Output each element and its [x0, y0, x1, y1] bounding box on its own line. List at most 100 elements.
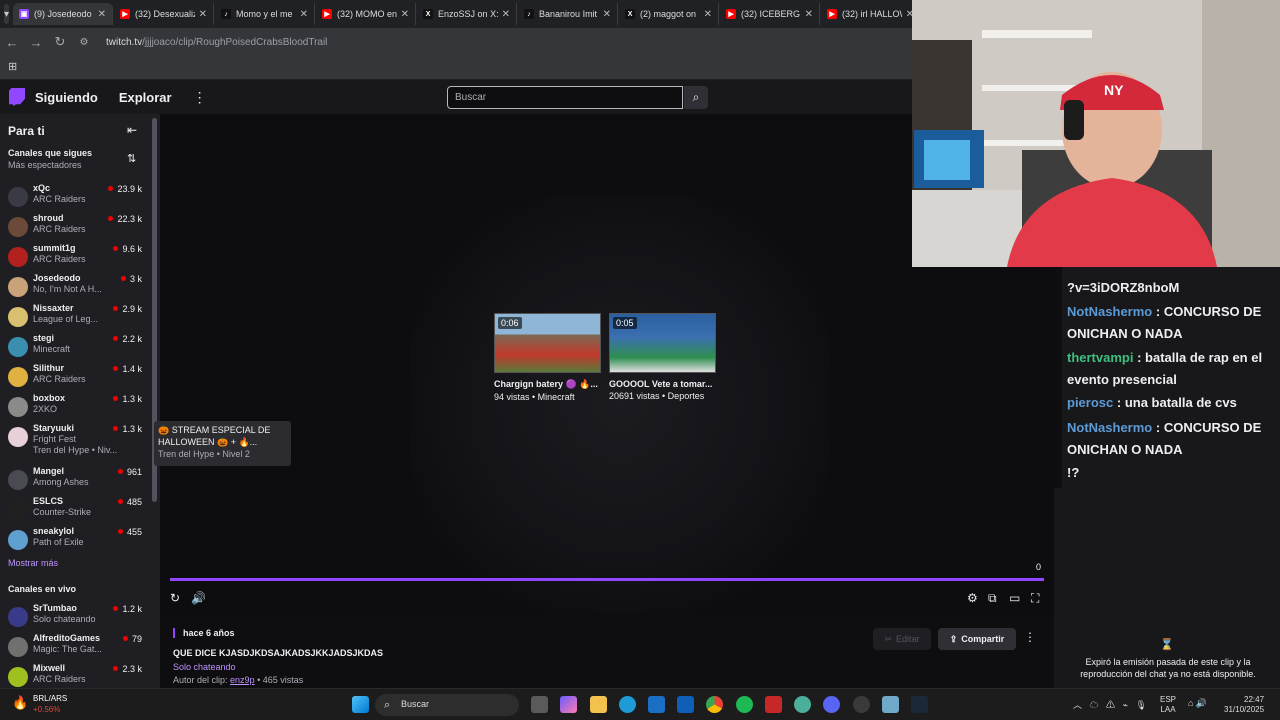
- theatre-mode-icon[interactable]: ▭: [1009, 591, 1020, 605]
- browser-tab[interactable]: X EnzoSSJ on X: ✕: [417, 3, 518, 25]
- outlook-icon[interactable]: [677, 696, 694, 713]
- chat-username[interactable]: pierosc: [1067, 395, 1113, 410]
- network-icon[interactable]: ⌂ 🔊: [1188, 698, 1207, 709]
- viewer-count: 961: [118, 467, 142, 477]
- close-tab-icon[interactable]: ✕: [300, 9, 308, 20]
- edit-button[interactable]: ✂ Editar: [873, 628, 931, 650]
- apps-grid-icon[interactable]: ⊞: [8, 60, 17, 73]
- avatar: [8, 427, 28, 447]
- more-options-icon[interactable]: ⋮: [1024, 630, 1036, 644]
- recommended-clip-card[interactable]: 0:06 Chargign batery 🟣 🔥... 94 vistas • …: [494, 313, 601, 402]
- search-input[interactable]: Buscar: [447, 86, 683, 109]
- task-view-icon[interactable]: [531, 696, 548, 713]
- browser-tab[interactable]: ▶ (32) MOMO en ✕: [316, 3, 417, 25]
- language-indicator[interactable]: ESP LAA: [1160, 695, 1176, 715]
- browser-tab[interactable]: ▶ (32) ICEBERG D ✕: [720, 3, 821, 25]
- avatar: [8, 500, 28, 520]
- sidebar-channel-item[interactable]: xQc ARC Raiders 23.9 k: [8, 183, 148, 213]
- system-tray-icons[interactable]: ︿ ☁ ⚠ ⌁ 🎙: [1073, 698, 1147, 711]
- browser-tab[interactable]: ♪ Momo y el me ✕: [215, 3, 316, 25]
- more-options-icon[interactable]: ⋮: [193, 89, 207, 106]
- edge-icon[interactable]: [619, 696, 636, 713]
- share-button[interactable]: ⇪ Compartir: [938, 628, 1016, 650]
- live-channels-title: Canales en vivo: [8, 584, 77, 594]
- settings-icon[interactable]: ⚙: [967, 591, 978, 605]
- url-field[interactable]: twitch.tv/jjjjoaco/clip/RoughPoisedCrabs…: [106, 37, 327, 48]
- tab-search-menu-button[interactable]: ▾: [4, 4, 10, 24]
- progress-bar[interactable]: [170, 578, 1044, 581]
- chat-username[interactable]: NotNashermo: [1067, 420, 1152, 435]
- replay-icon[interactable]: ↻: [170, 591, 180, 605]
- browser-tab[interactable]: ▶ (32) Desexualiz ✕: [114, 3, 215, 25]
- sidebar-channel-item[interactable]: AlfreditoGames Magic: The Gat... 79: [8, 633, 148, 663]
- chrome-icon[interactable]: [706, 696, 723, 713]
- close-tab-icon[interactable]: ✕: [805, 9, 813, 20]
- chat-username[interactable]: thertvampi: [1067, 350, 1133, 365]
- volume-icon[interactable]: 🔊: [191, 591, 206, 605]
- app-icon[interactable]: [794, 696, 811, 713]
- viewer-count: 79: [123, 634, 142, 644]
- show-more-link[interactable]: Mostrar más: [8, 558, 58, 568]
- recommended-clip-card[interactable]: 0:05 GOOOOL Vete a tomar... 20691 vistas…: [609, 313, 716, 401]
- x-icon: X: [625, 9, 636, 19]
- close-tab-icon[interactable]: ✕: [603, 9, 611, 20]
- twitch-logo-icon[interactable]: [9, 88, 25, 106]
- browser-tab[interactable]: X (2) maggot on ✕: [619, 3, 720, 25]
- sidebar-channel-item[interactable]: sneakylol Path of Exile 455: [8, 526, 148, 556]
- sidebar-channel-item[interactable]: stegi Minecraft 2.2 k: [8, 333, 148, 363]
- viewer-count: 1.4 k: [113, 364, 142, 374]
- search-button[interactable]: ⌕: [684, 86, 708, 109]
- store-icon[interactable]: [648, 696, 665, 713]
- steam-icon[interactable]: [911, 696, 928, 713]
- clip-author-link[interactable]: enz9p: [230, 675, 255, 685]
- app-icon[interactable]: [853, 696, 870, 713]
- taskbar-search[interactable]: Buscar: [375, 694, 519, 716]
- clock[interactable]: 22:47 31/10/2025: [1224, 695, 1264, 715]
- copilot-icon[interactable]: [560, 696, 577, 713]
- nav-browse-link[interactable]: Explorar: [119, 90, 172, 105]
- forward-icon[interactable]: →: [24, 35, 48, 50]
- sidebar-channel-item[interactable]: boxbox 2XKO 1.3 k: [8, 393, 148, 423]
- channel-name: AlfreditoGames: [33, 633, 101, 643]
- close-tab-icon[interactable]: ✕: [401, 9, 409, 20]
- channel-game: Among Ashes: [33, 477, 89, 487]
- sidebar-channel-item[interactable]: Nissaxter League of Leg... 2.9 k: [8, 303, 148, 333]
- sidebar-channel-item[interactable]: shroud ARC Raiders 22.3 k: [8, 213, 148, 243]
- browser-tab[interactable]: ▶ (32) irl HALLOW ✕: [821, 3, 922, 25]
- browser-tab[interactable]: ♪ Bananirou Imit ✕: [518, 3, 619, 25]
- sidebar-channel-item[interactable]: ESLCS Counter-Strike 485: [8, 496, 148, 526]
- collapse-sidebar-icon[interactable]: ⇤: [127, 123, 137, 137]
- sidebar-channel-item[interactable]: Mangel Among Ashes 961: [8, 466, 148, 496]
- file-explorer-icon[interactable]: [590, 696, 607, 713]
- sidebar-channel-item[interactable]: Silithur ARC Raiders 1.4 k: [8, 363, 148, 393]
- sidebar-channel-item[interactable]: summit1g ARC Raiders 9.6 k: [8, 243, 148, 273]
- close-tab-icon[interactable]: ✕: [502, 9, 510, 20]
- close-tab-icon[interactable]: ✕: [199, 9, 207, 20]
- channel-game: Path of Exile: [33, 537, 84, 547]
- start-button-icon[interactable]: [352, 696, 369, 713]
- fullscreen-icon[interactable]: ⛶: [1031, 591, 1039, 606]
- clip-icon[interactable]: ⧉: [988, 591, 997, 606]
- spotify-icon[interactable]: [736, 696, 753, 713]
- sort-icon[interactable]: ⇅: [127, 152, 136, 165]
- browser-tab[interactable]: ▣ (9) Josedeodo ✕: [13, 3, 114, 25]
- sidebar-channel-item[interactable]: Mixwell ARC Raiders 2.3 k: [8, 663, 148, 688]
- channel-game: 2XKO: [33, 404, 58, 414]
- discord-icon[interactable]: [823, 696, 840, 713]
- close-tab-icon[interactable]: ✕: [704, 9, 712, 20]
- sidebar-channel-item[interactable]: Josedeodo No, I'm Not A H... 3 k: [8, 273, 148, 303]
- chat-username[interactable]: NotNashermo: [1067, 304, 1152, 319]
- sidebar-channel-item[interactable]: SrTumbao Solo chateando 1.2 k: [8, 603, 148, 633]
- sidebar-channel-item[interactable]: Staryuuki Fright Fest 1.3 k Tren del Hype…: [8, 423, 148, 455]
- nav-following-link[interactable]: Siguiendo: [35, 90, 98, 105]
- app-icon[interactable]: [765, 696, 782, 713]
- reload-icon[interactable]: ↻: [48, 34, 72, 50]
- clip-category-link[interactable]: Solo chateando: [173, 662, 236, 672]
- viewer-count: 2.3 k: [113, 664, 142, 674]
- close-tab-icon[interactable]: ✕: [98, 9, 106, 20]
- back-icon[interactable]: ←: [0, 35, 24, 50]
- ticker-widget[interactable]: BRL/ARS +0.56%: [33, 693, 67, 715]
- followed-channels-title: Canales que sigues: [8, 148, 93, 158]
- site-info-icon[interactable]: ⚙: [72, 37, 96, 48]
- app-icon[interactable]: [882, 696, 899, 713]
